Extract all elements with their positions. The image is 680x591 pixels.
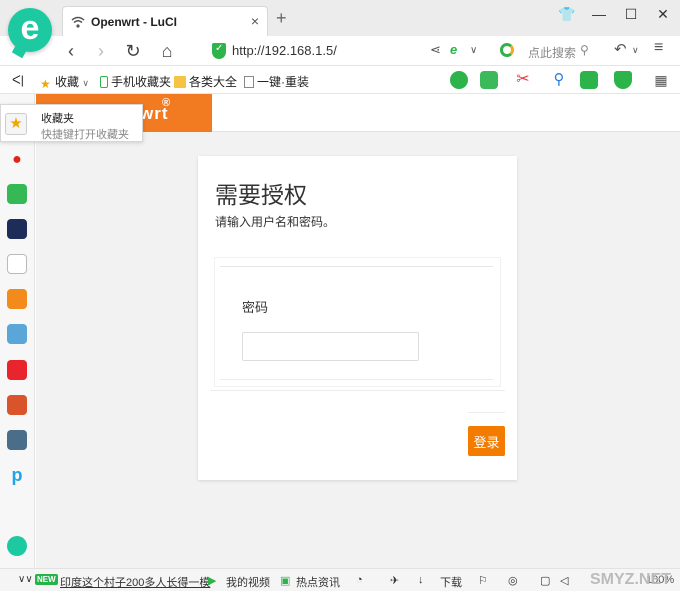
mail-icon[interactable] [7,184,27,204]
phone-icon [100,76,108,88]
add-app-icon[interactable] [7,536,27,556]
bookmark-label: 收藏 [55,75,80,89]
bookmark-favorites[interactable]: ★ 收藏 ∨ [40,73,89,90]
tab-title: Openwrt - LuCI [91,15,177,29]
news-icon: ▣ [280,575,291,587]
shield-icon[interactable] [614,71,632,89]
ie-icon[interactable]: ◎ [508,574,518,587]
sidebar-toggle-icon[interactable]: ᐸ| [12,73,24,87]
refresh-button[interactable]: ↻ [122,40,144,62]
web-content: wrt ® 需要授权 请输入用户名和密码。 密码 登录 [36,94,680,568]
p-app-icon[interactable]: p [7,465,27,485]
login-button[interactable]: 登录 [468,426,505,456]
search-box[interactable]: 点此搜索 ⚲ [500,41,596,61]
folder-icon [174,76,186,88]
secure-shield-icon [212,43,226,59]
bookmark-mobile[interactable]: 手机收藏夹 [100,73,171,90]
close-window-button[interactable]: ✕ [648,6,678,23]
search-placeholder: 点此搜索 [528,46,577,60]
chevron-down-icon[interactable]: ∨ [632,45,639,56]
wifi-icon [71,16,85,28]
reader-icon[interactable] [450,71,468,89]
star-icon[interactable]: ★ [5,113,27,135]
menu-button[interactable]: ≡ [654,39,663,57]
play-icon: ▶ [208,575,217,587]
bookmark-label: 各类大全 [189,75,238,89]
apps-grid-icon[interactable]: ▦ [652,71,670,89]
search-icon[interactable]: ⚲ [580,43,589,57]
undo-close-icon[interactable]: ↶ [614,40,627,58]
translate-icon[interactable] [480,71,498,89]
bookmark-label: 手机收藏夹 [111,75,172,89]
hot-news-link[interactable]: 热点资讯 [296,574,340,590]
maximize-button[interactable]: ☐ [616,6,646,23]
share-icon[interactable]: ⋖ [430,42,441,58]
divider [468,412,505,413]
favorites-title: 收藏夹 [41,113,74,125]
favorites-hint: 快捷键打开收藏夹 [41,129,129,141]
back-button[interactable]: ‹ [60,40,82,62]
home-button[interactable]: ⌂ [156,40,178,62]
password-field[interactable] [242,332,419,361]
login-subtitle: 请输入用户名和密码。 [215,215,336,229]
speed-icon[interactable]: ◔ [356,574,363,586]
game-app-icon[interactable] [7,324,27,344]
download-icon: ↓ [418,574,424,586]
skin-icon[interactable]: 👕 [552,6,582,23]
chevron-down-icon: ∨ [82,78,89,88]
new-badge: NEW [35,574,58,585]
doc-icon[interactable] [7,254,27,274]
chevron-down-icon[interactable]: ∨∨ [18,574,33,585]
game-icon[interactable] [580,71,598,89]
chevron-down-icon[interactable]: ∨ [470,45,477,56]
new-tab-button[interactable]: + [276,8,287,29]
download-link[interactable]: 下载 [440,574,462,590]
login-fieldset [214,257,501,387]
my-videos-link[interactable]: 我的视频 [226,574,270,590]
bookmark-folder-all[interactable]: 各类大全 [174,73,237,90]
watermark: SMYZ.NET [590,571,671,588]
page-icon [244,76,254,88]
status-bar: ∨∨ NEW 印度这个村子200多人长得一模 ▶ 我的视频 ▣ 热点资讯 ◔ ✈… [0,568,680,591]
game-app-icon[interactable] [7,430,27,450]
address-bar[interactable]: http://192.168.1.5/ [206,41,416,61]
browser-logo-icon[interactable]: e [8,8,52,52]
magnifier-icon[interactable]: ⚲ [550,71,568,89]
bookmark-label: 一键·重装 [257,75,309,89]
game-app-icon[interactable] [7,395,27,415]
novel-app-icon[interactable] [7,289,27,309]
news-app-icon[interactable] [7,219,27,239]
page-title: 需要授权 [215,182,307,208]
bookmark-reinstall[interactable]: 一键·重装 [244,73,309,90]
weibo-icon[interactable]: ● [7,150,27,170]
window-icon[interactable]: ▢ [540,574,550,587]
star-icon: ★ [40,77,51,91]
navigation-bar: ‹ › ↻ ⌂ http://192.168.1.5/ ⋖ e ∨ 点此搜索 ⚲… [0,36,680,66]
tab-close-icon[interactable]: × [251,13,259,29]
ie-mode-icon[interactable]: e [450,42,457,57]
sound-icon[interactable]: ◁ [560,574,568,587]
video-app-icon[interactable] [7,360,27,380]
news-headline-link[interactable]: 印度这个村子200多人长得一模 [60,574,210,590]
search-engine-icon [500,43,514,57]
favorites-tooltip: ★ 收藏夹 快捷键打开收藏夹 [0,104,143,142]
tab-strip: Openwrt - LuCI × + 👕 — ☐ ✕ [0,0,680,36]
password-label: 密码 [242,300,269,315]
minimize-button[interactable]: — [584,6,614,22]
login-card: 需要授权 请输入用户名和密码。 密码 登录 [198,156,517,480]
flag-icon[interactable]: ⚐ [478,574,488,587]
left-sidebar: ● p [0,94,35,568]
divider [210,390,505,391]
bookmarks-bar: ᐸ| ★ 收藏 ∨ 手机收藏夹 各类大全 一键·重装 ✂ ⚲ ▦ [0,66,680,94]
url-text: http://192.168.1.5/ [232,43,337,58]
pin-icon[interactable]: ✈ [390,574,399,587]
brand-reg-mark: ® [162,97,171,109]
tab-openwrt[interactable]: Openwrt - LuCI × [62,6,268,36]
forward-button[interactable]: › [90,40,112,62]
scissors-icon[interactable]: ✂ [514,71,532,89]
